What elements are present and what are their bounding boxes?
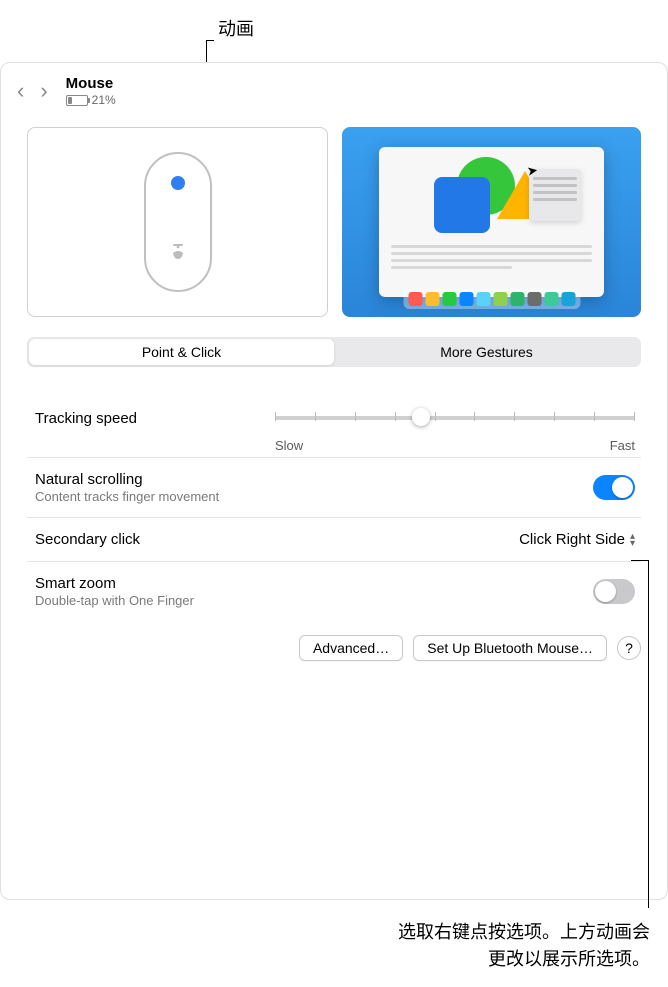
forward-button[interactable]: › [40,80,47,102]
dock-item [476,292,490,306]
slider-slow-label: Slow [275,438,303,453]
natural-scrolling-label: Natural scrolling [35,471,219,488]
smart-zoom-sub: Double-tap with One Finger [35,593,194,608]
battery-percent: 21% [92,93,116,107]
secondary-click-row: Secondary click Click Right Side ▴▾ [27,518,641,562]
preview-row: ➤ [1,127,667,317]
secondary-click-label: Secondary click [35,531,140,548]
smart-zoom-toggle[interactable] [593,579,635,604]
setup-bluetooth-button[interactable]: Set Up Bluetooth Mouse… [413,635,607,661]
annotation-bottom-line2: 更改以展示所选项。 [398,946,650,973]
dock-item [510,292,524,306]
advanced-button[interactable]: Advanced… [299,635,403,661]
slider-fast-label: Fast [610,438,635,453]
chevron-updown-icon: ▴▾ [630,533,635,547]
window-header: ‹ › Mouse 21% [1,63,667,113]
footer-buttons: Advanced… Set Up Bluetooth Mouse… ? [1,621,667,675]
preview-shape-square [434,177,490,233]
annotation-top: 动画 [218,15,254,41]
battery-status: 21% [66,93,116,107]
dock-item [425,292,439,306]
smart-zoom-row: Smart zoom Double-tap with One Finger [27,562,641,621]
tab-more-gestures[interactable]: More Gestures [334,339,639,365]
dock-item [493,292,507,306]
dock-item [442,292,456,306]
preview-dock [403,289,580,309]
title-block: Mouse 21% [66,75,116,107]
preview-text-lines [391,241,592,273]
natural-scrolling-sub: Content tracks finger movement [35,489,219,504]
natural-scrolling-row: Natural scrolling Content tracks finger … [27,458,641,518]
dock-item [544,292,558,306]
slider-thumb[interactable] [412,408,430,426]
page-title: Mouse [66,75,116,92]
natural-scrolling-toggle[interactable] [593,475,635,500]
tracking-speed-slider[interactable] [275,406,635,440]
secondary-click-value: Click Right Side [519,531,625,548]
dock-item [408,292,422,306]
dock-item [561,292,575,306]
secondary-click-popup[interactable]: Click Right Side ▴▾ [519,531,635,548]
preview-desktop: ➤ [379,147,604,297]
tab-point-click[interactable]: Point & Click [29,339,334,365]
tracking-speed-label: Tracking speed [35,406,275,427]
mouse-icon [139,147,217,297]
gesture-preview-panel: ➤ [342,127,641,317]
mouse-illustration-panel [27,127,328,317]
settings-window: ‹ › Mouse 21% [0,62,668,900]
cursor-icon: ➤ [526,162,540,180]
back-button[interactable]: ‹ [17,80,24,102]
dock-item [527,292,541,306]
smart-zoom-label: Smart zoom [35,575,194,592]
annotation-bottom: 选取右键点按选项。上方动画会 更改以展示所选项。 [398,919,650,973]
tab-bar: Point & Click More Gestures [27,337,641,367]
settings-list: Tracking speed Slow Fast [27,393,641,621]
tracking-speed-row: Tracking speed Slow Fast [27,393,641,458]
annotation-bottom-line1: 选取右键点按选项。上方动画会 [398,919,650,946]
callout-line [648,560,649,908]
dock-item [459,292,473,306]
help-button[interactable]: ? [617,636,641,660]
nav-arrows: ‹ › [17,80,48,102]
battery-icon [66,95,88,106]
